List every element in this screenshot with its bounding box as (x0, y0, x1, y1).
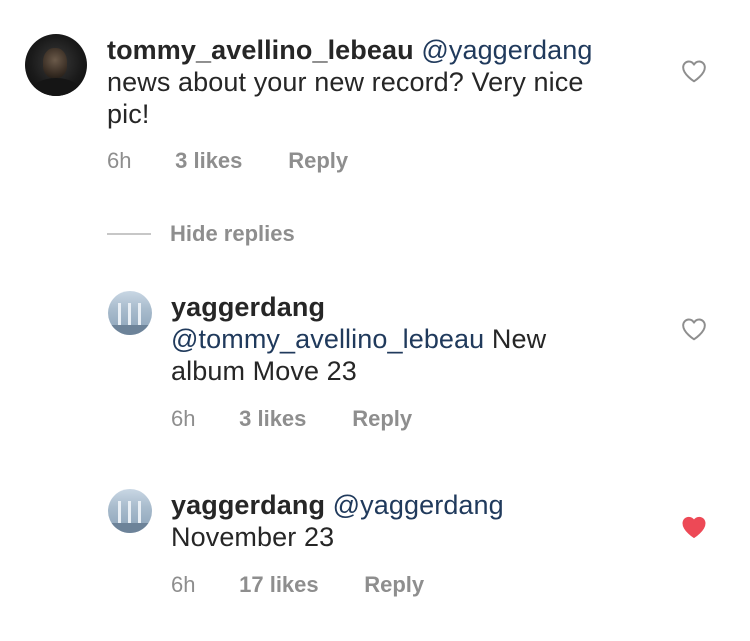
reply-reply-button[interactable]: Reply (352, 406, 412, 432)
comment-meta: 6h 3 likes Reply (107, 148, 348, 174)
reply-meta: 6h 3 likes Reply (171, 406, 412, 432)
comment-mention[interactable]: @yaggerdang (421, 35, 592, 65)
comment-username[interactable]: tommy_avellino_lebeau (107, 35, 414, 65)
reply-meta: 6h 17 likes Reply (171, 572, 424, 598)
avatar[interactable] (25, 34, 87, 96)
heart-outline-icon[interactable] (681, 317, 707, 341)
reply-text: New (491, 324, 547, 354)
reply-likes[interactable]: 17 likes (239, 572, 358, 598)
comment-likes[interactable]: 3 likes (175, 148, 282, 174)
reply-text-line2: album Move 23 (171, 356, 357, 386)
reply-mention[interactable]: @tommy_avellino_lebeau (171, 324, 484, 354)
comment-text-line1: news about your new record? Very nice (107, 67, 584, 97)
hide-replies-toggle[interactable]: Hide replies (107, 220, 295, 248)
comment-reply-button[interactable]: Reply (288, 148, 348, 174)
avatar-detail (108, 325, 152, 335)
avatar-detail (108, 523, 152, 533)
heart-outline-icon[interactable] (681, 59, 707, 83)
reply-username[interactable]: yaggerdang (171, 292, 325, 322)
hide-replies-label[interactable]: Hide replies (170, 221, 295, 247)
reply-body: yaggerdang @tommy_avellino_lebeau New al… (171, 291, 651, 387)
comment-text-line2: pic! (107, 99, 150, 129)
comment-body: tommy_avellino_lebeau @yaggerdang news a… (107, 34, 667, 130)
avatar[interactable] (108, 489, 152, 533)
reply-body: yaggerdang @yaggerdang November 23 (171, 489, 651, 553)
reply-time: 6h (171, 406, 196, 431)
comment-time: 6h (107, 148, 132, 173)
heart-filled-icon[interactable] (681, 515, 707, 539)
reply-text-line2: November 23 (171, 522, 335, 552)
avatar-face (43, 48, 67, 78)
reply-time: 6h (171, 572, 196, 597)
avatar-shoulders (31, 78, 81, 96)
reply-likes[interactable]: 3 likes (239, 406, 346, 432)
reply-username[interactable]: yaggerdang (171, 490, 325, 520)
reply-reply-button[interactable]: Reply (364, 572, 424, 598)
reply-mention[interactable]: @yaggerdang (333, 490, 504, 520)
avatar[interactable] (108, 291, 152, 335)
hide-replies-divider (107, 233, 151, 235)
